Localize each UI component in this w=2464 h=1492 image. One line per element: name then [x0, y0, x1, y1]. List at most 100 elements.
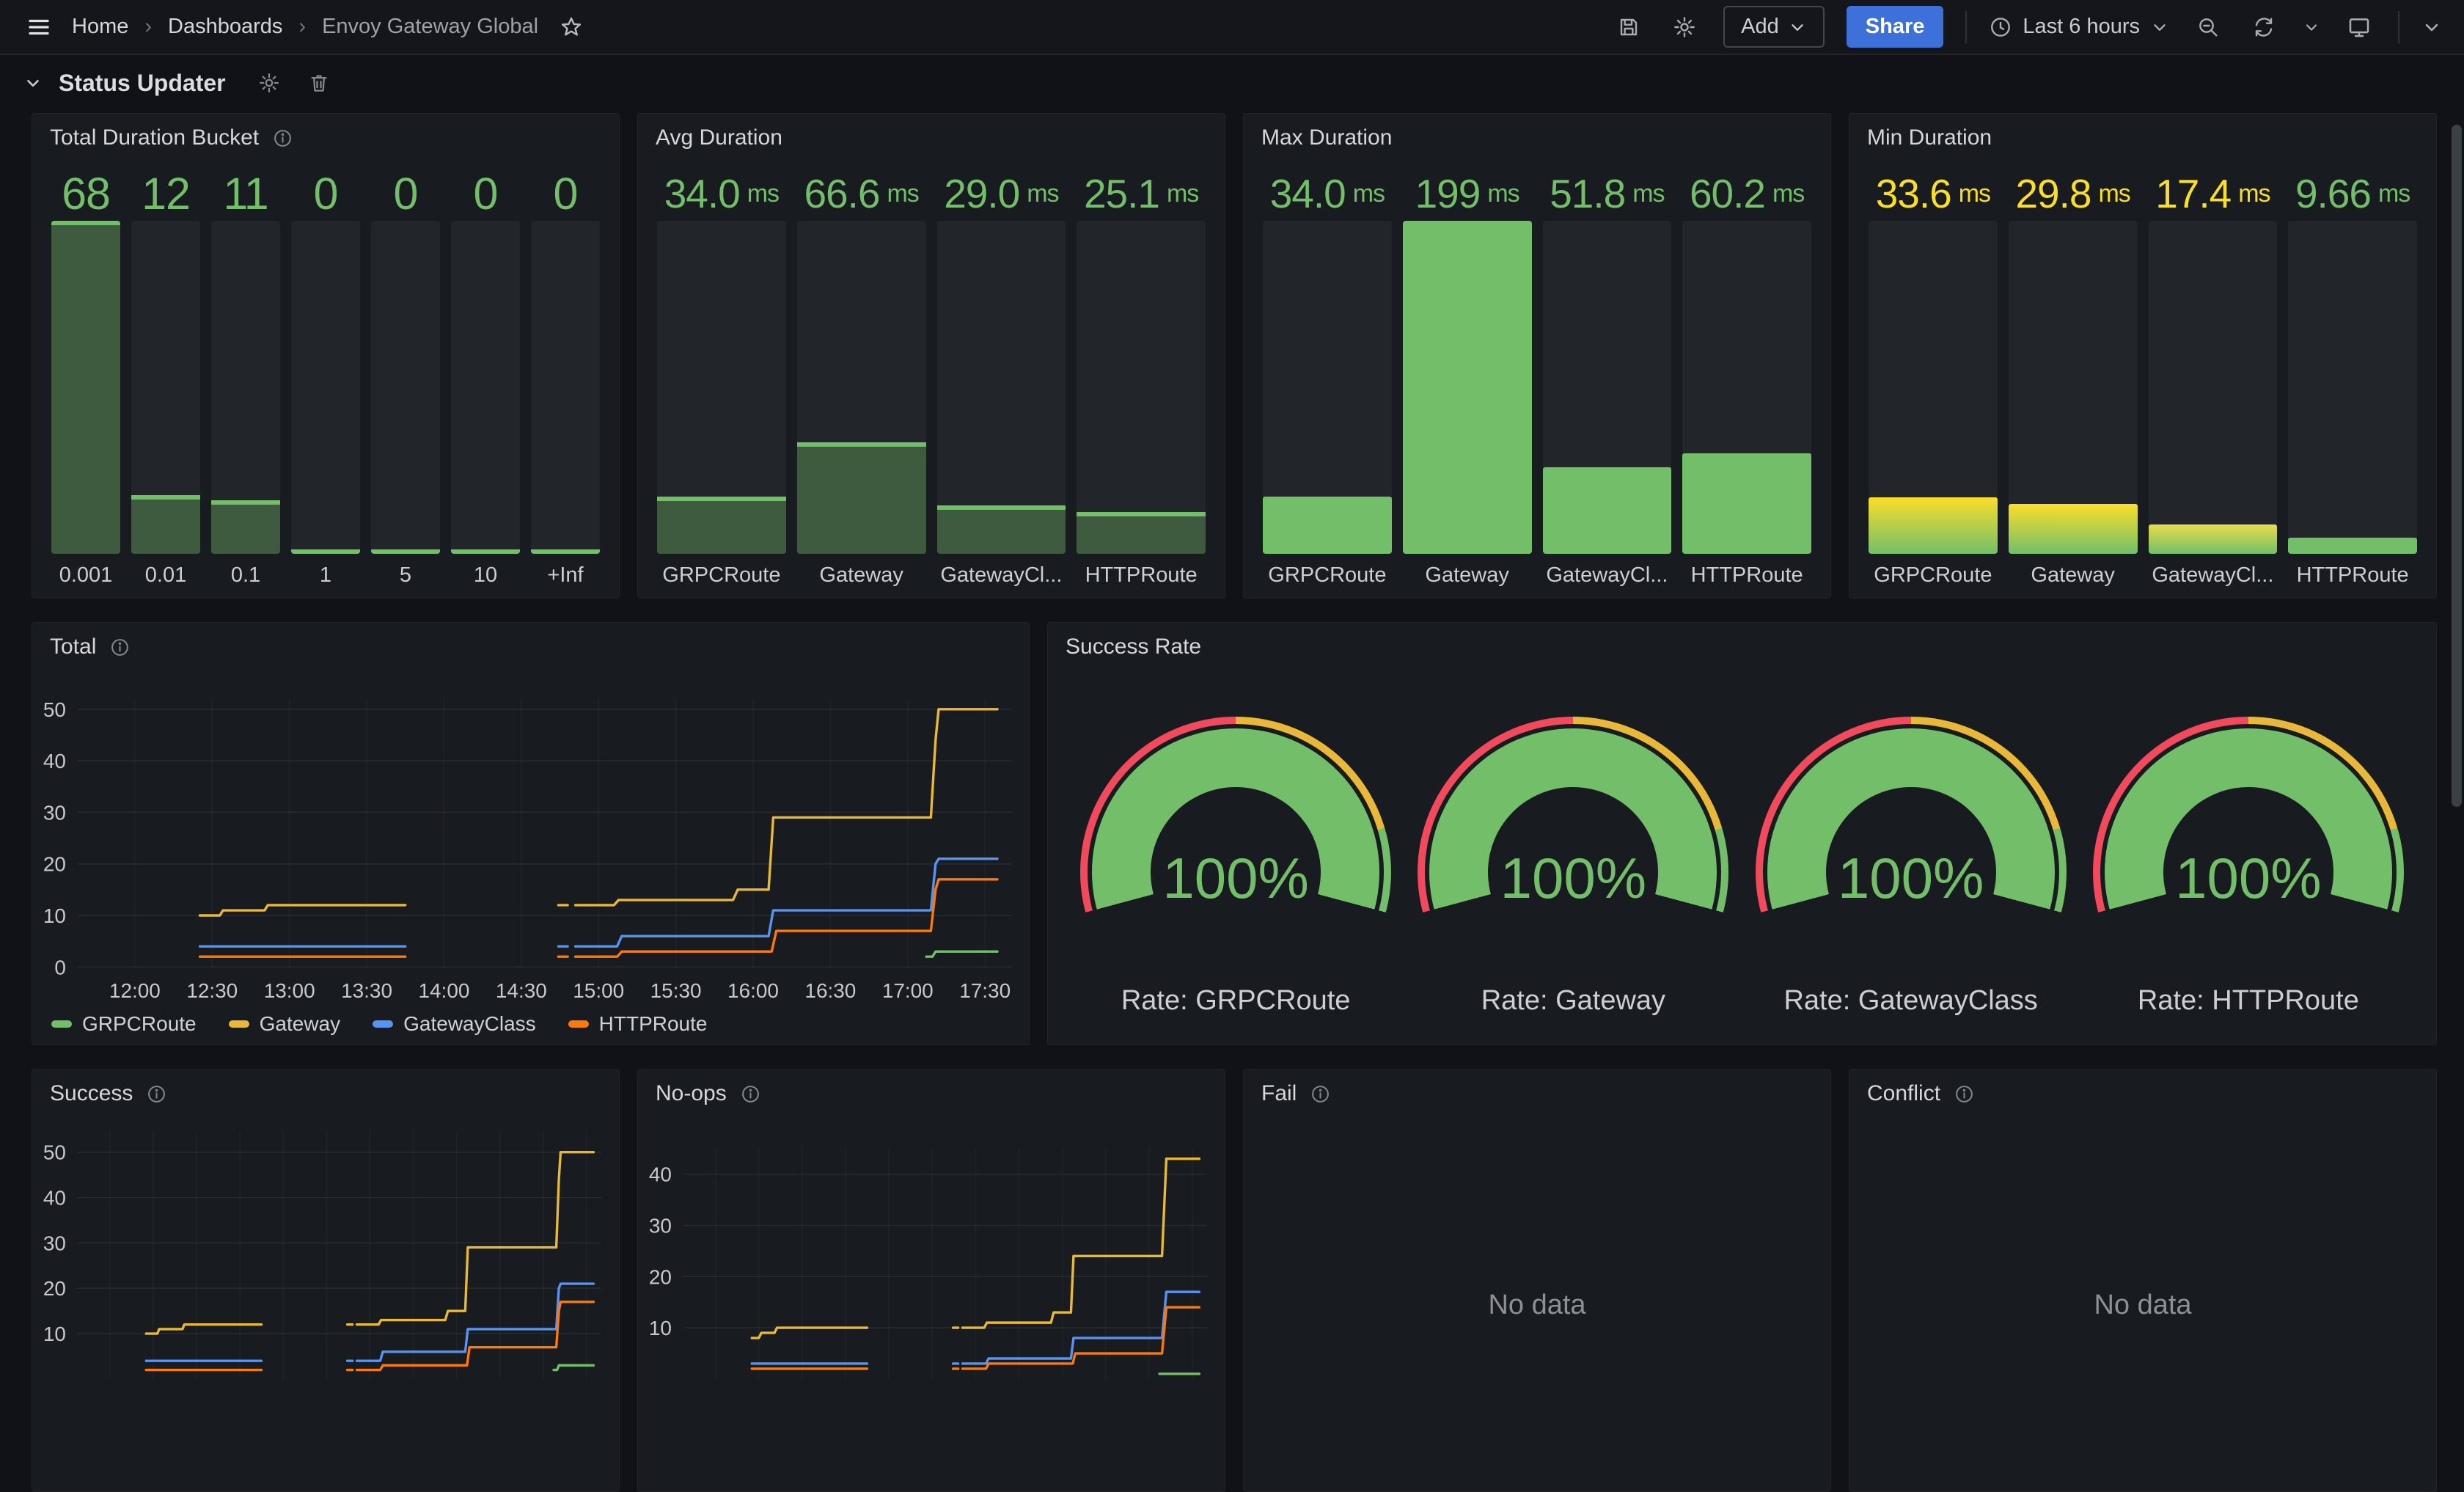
gauge-row[interactable]: 100%Rate: GRPCRoute100%Rate: Gateway100%…: [1067, 717, 2417, 1017]
legend-label: Gateway: [260, 1012, 341, 1036]
bar-track[interactable]: [2288, 221, 2417, 554]
bar-gauge-column[interactable]: 29.0msGatewayCl...: [937, 167, 1066, 588]
bar-gauge-column[interactable]: 25.1msHTTPRoute: [1077, 167, 1206, 588]
save-dashboard-icon[interactable]: [1612, 10, 1646, 44]
timeseries-plot[interactable]: 0102030405012:0012:3013:0013:3014:0014:3…: [32, 623, 1029, 1045]
bar-gauge-column[interactable]: 9.66msHTTPRoute: [2288, 167, 2417, 588]
bar-gauge-body[interactable]: 34.0msGRPCRoute199msGateway51.8msGateway…: [1263, 167, 1811, 588]
legend-swatch: [568, 1020, 589, 1028]
panel-title[interactable]: Min Duration: [1867, 125, 1992, 150]
stat-value: 199ms: [1403, 167, 1532, 221]
bar-gauge-column[interactable]: 199msGateway: [1403, 167, 1532, 588]
bar-gauge-column[interactable]: 29.8msGateway: [2009, 167, 2138, 588]
dashboard-settings-gear-icon[interactable]: [1668, 10, 1701, 44]
bar-gauge-column[interactable]: 17.4msGatewayCl...: [2149, 167, 2278, 588]
info-icon[interactable]: [1310, 1083, 1331, 1105]
panel-title[interactable]: No-ops: [656, 1081, 761, 1106]
bar-gauge-column[interactable]: 0+Inf: [531, 167, 600, 588]
refresh-interval-chevron-icon[interactable]: [2303, 18, 2320, 36]
bar-track[interactable]: [131, 221, 200, 554]
info-icon[interactable]: [109, 637, 131, 658]
panel-title[interactable]: Total: [50, 635, 131, 659]
bar-track[interactable]: [51, 221, 120, 554]
info-icon[interactable]: [740, 1083, 761, 1105]
bar-track[interactable]: [371, 221, 440, 554]
legend-item-Gateway[interactable]: Gateway: [229, 1012, 341, 1036]
gauge-cell[interactable]: 100%Rate: GatewayClass: [1742, 717, 2080, 1017]
zoom-out-time-icon[interactable]: [2191, 10, 2225, 44]
refresh-icon[interactable]: [2247, 10, 2281, 44]
bar-gauge-column[interactable]: 680.001: [51, 167, 120, 588]
panel-title[interactable]: Avg Duration: [656, 125, 782, 150]
timeseries-plot[interactable]: 1020304050: [32, 1069, 619, 1492]
gauge-cell[interactable]: 100%Rate: HTTPRoute: [2080, 717, 2417, 1017]
legend-item-HTTPRoute[interactable]: HTTPRoute: [568, 1012, 708, 1036]
bar-track[interactable]: [291, 221, 360, 554]
bar-track[interactable]: [2009, 221, 2138, 554]
panel-title[interactable]: Conflict: [1867, 1081, 1975, 1106]
bar-track[interactable]: [937, 221, 1066, 554]
bar-track[interactable]: [657, 221, 786, 554]
bar-category-label: 5: [371, 554, 440, 588]
breadcrumb-dashboards[interactable]: Dashboards: [168, 15, 282, 39]
bar-gauge-column[interactable]: 34.0msGRPCRoute: [1263, 167, 1392, 588]
stat-value: 11: [211, 167, 280, 221]
time-range-picker[interactable]: Last 6 hours: [1989, 15, 2169, 39]
share-button[interactable]: Share: [1847, 6, 1944, 48]
row-delete-trash-icon[interactable]: [302, 66, 336, 100]
bar-gauge-body[interactable]: 34.0msGRPCRoute66.6msGateway29.0msGatewa…: [657, 167, 1206, 588]
panel-title[interactable]: Total Duration Bucket: [50, 125, 293, 150]
hamburger-menu-icon[interactable]: [22, 10, 56, 44]
bar-fill: [131, 495, 200, 554]
bar-track[interactable]: [2149, 221, 2278, 554]
gauge-cell[interactable]: 100%Rate: Gateway: [1404, 717, 1742, 1017]
favorite-star-icon[interactable]: [554, 10, 588, 44]
page-scrollbar-thumb[interactable]: [2452, 125, 2462, 807]
legend-item-GatewayClass[interactable]: GatewayClass: [373, 1012, 536, 1036]
panel-title[interactable]: Fail: [1261, 1081, 1331, 1106]
bar-track[interactable]: [1403, 221, 1532, 554]
bar-track[interactable]: [1682, 221, 1811, 554]
bar-gauge-column[interactable]: 110.1: [211, 167, 280, 588]
bar-gauge-column[interactable]: 05: [371, 167, 440, 588]
panel-title[interactable]: Max Duration: [1261, 125, 1392, 150]
timeseries-plot[interactable]: 10203040: [638, 1069, 1225, 1492]
bar-track[interactable]: [211, 221, 280, 554]
bar-gauge-column[interactable]: 66.6msGateway: [797, 167, 926, 588]
collapse-navbar-chevron-icon[interactable]: [2421, 17, 2442, 37]
bar-gauge-body[interactable]: 680.001120.01110.101050100+Inf: [51, 167, 600, 588]
bar-gauge-column[interactable]: 120.01: [131, 167, 200, 588]
bar-track[interactable]: [1543, 221, 1672, 554]
bar-gauge-column[interactable]: 33.6msGRPCRoute: [1869, 167, 1998, 588]
bar-gauge-column[interactable]: 60.2msHTTPRoute: [1682, 167, 1811, 588]
bar-gauge-column[interactable]: 51.8msGatewayCl...: [1543, 167, 1672, 588]
bar-track[interactable]: [1869, 221, 1998, 554]
panel-title[interactable]: Success Rate: [1066, 635, 1201, 659]
row-settings-gear-icon[interactable]: [252, 66, 286, 100]
breadcrumb-home[interactable]: Home: [72, 15, 128, 39]
bar-category-label: GRPCRoute: [1263, 554, 1392, 588]
info-icon[interactable]: [272, 128, 293, 149]
bar-track[interactable]: [1263, 221, 1392, 554]
panel-noops-timeseries: No-ops 10203040: [637, 1069, 1225, 1492]
bar-gauge-column[interactable]: 34.0msGRPCRoute: [657, 167, 786, 588]
info-icon[interactable]: [146, 1083, 167, 1105]
info-icon[interactable]: [1954, 1083, 1975, 1105]
bar-gauge-column[interactable]: 01: [291, 167, 360, 588]
bar-track[interactable]: [1077, 221, 1206, 554]
row-collapse-chevron-icon[interactable]: [23, 73, 43, 92]
kiosk-monitor-icon[interactable]: [2342, 10, 2376, 44]
stat-unit: ms: [1353, 180, 1385, 208]
bar-fill: [371, 549, 440, 554]
bar-gauge-column[interactable]: 010: [451, 167, 520, 588]
add-button[interactable]: Add: [1723, 6, 1825, 48]
bar-track[interactable]: [797, 221, 926, 554]
bar-gauge-body[interactable]: 33.6msGRPCRoute29.8msGateway17.4msGatewa…: [1869, 167, 2417, 588]
panel-title[interactable]: Success: [50, 1081, 167, 1106]
top-navbar: Home › Dashboards › Envoy Gateway Global…: [0, 0, 2464, 55]
legend-item-GRPCRoute[interactable]: GRPCRoute: [51, 1012, 197, 1036]
gauge-cell[interactable]: 100%Rate: GRPCRoute: [1067, 717, 1404, 1017]
bar-track[interactable]: [531, 221, 600, 554]
bar-track[interactable]: [451, 221, 520, 554]
row-title[interactable]: Status Updater: [59, 70, 226, 97]
